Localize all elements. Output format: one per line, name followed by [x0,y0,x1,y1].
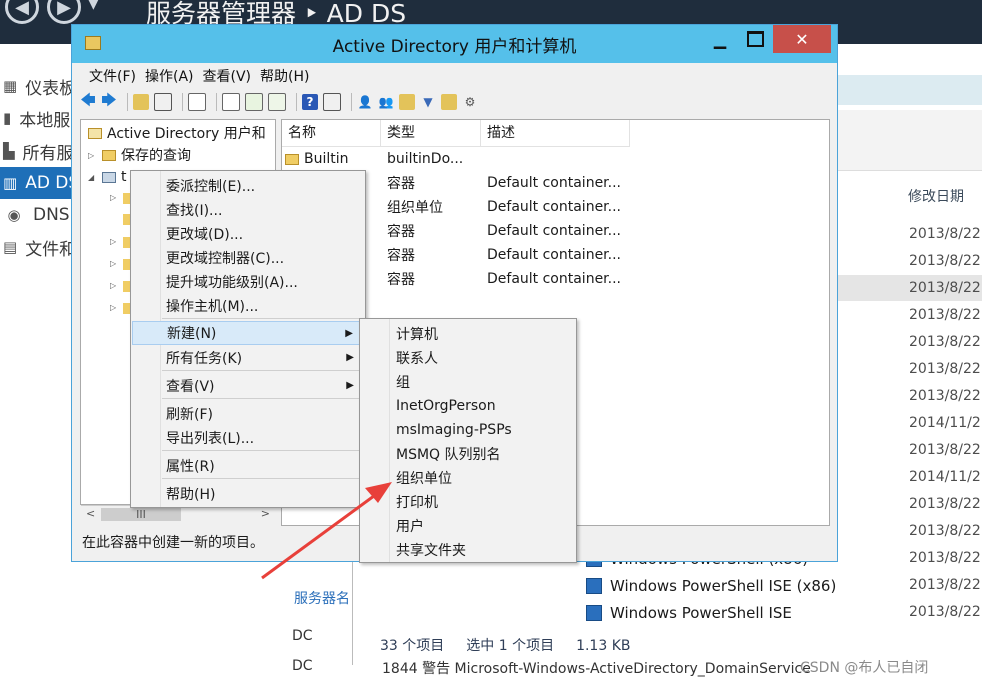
annotation-arrow [261,482,392,580]
arrow-shaft [261,491,379,580]
